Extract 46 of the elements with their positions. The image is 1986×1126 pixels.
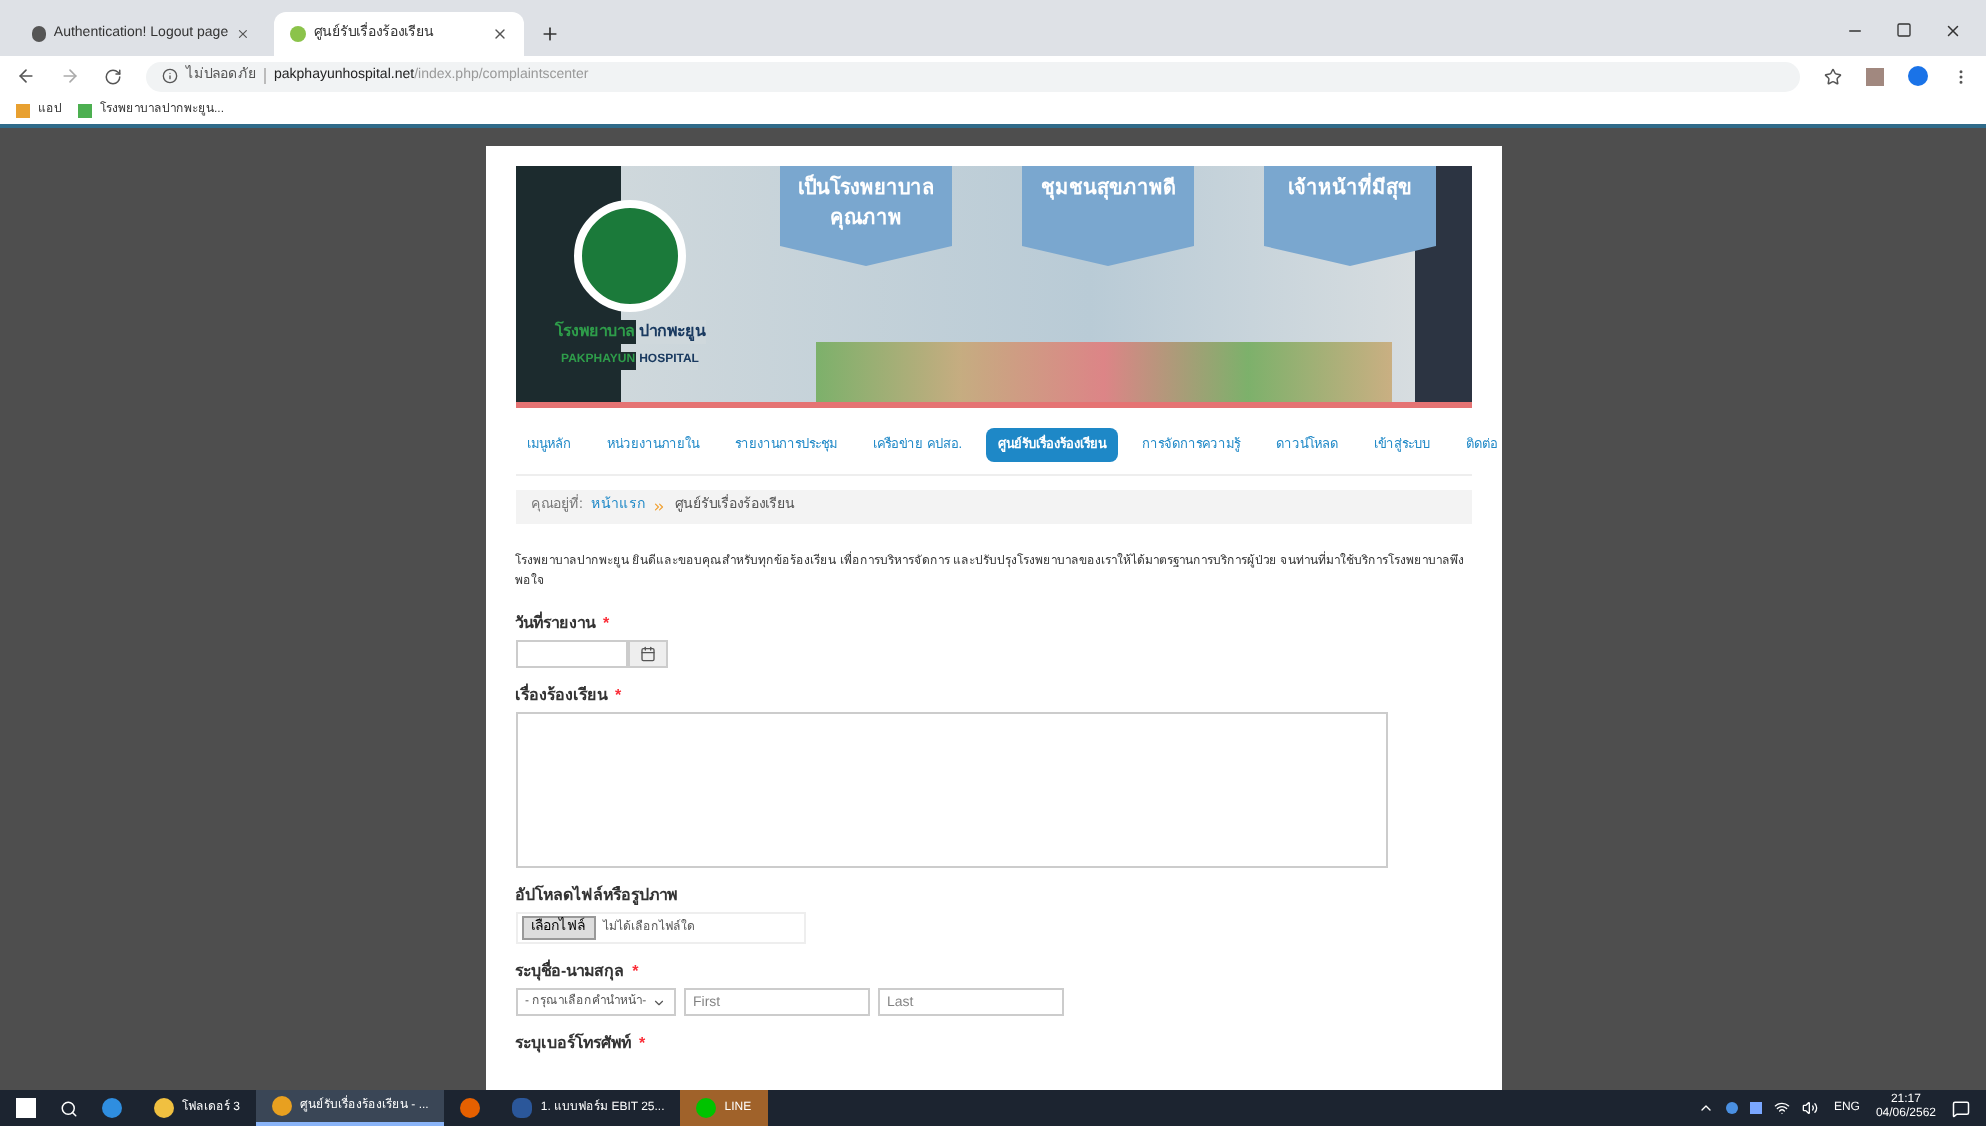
close-icon[interactable] xyxy=(236,26,250,42)
favicon-icon xyxy=(32,26,46,42)
field-label: ระบุชื่อ-นามสกุล xyxy=(515,960,625,984)
required-mark: * xyxy=(632,960,639,984)
app-icon xyxy=(512,1098,533,1118)
app-icon xyxy=(272,1096,293,1116)
notification-icon[interactable] xyxy=(1952,1099,1970,1117)
bookmark-star-icon[interactable] xyxy=(1824,67,1842,85)
field-label: ระบุเบอร์โทรศัพท์ xyxy=(515,1032,631,1056)
new-tab-icon[interactable] xyxy=(540,24,560,44)
app-icon xyxy=(460,1098,481,1118)
calendar-icon xyxy=(639,646,655,662)
app-icon xyxy=(696,1098,717,1118)
close-icon[interactable] xyxy=(1944,22,1962,40)
reload-icon[interactable] xyxy=(104,67,122,85)
start-icon[interactable] xyxy=(16,1098,36,1118)
field-label: อัปโหลดไฟล์หรือรูปภาพ xyxy=(515,884,677,908)
browser-icon[interactable] xyxy=(102,1098,122,1118)
tray-expand-icon[interactable] xyxy=(1697,1100,1714,1116)
dropdown-caret-icon xyxy=(651,995,665,1009)
required-mark: * xyxy=(603,612,610,636)
slogan-banner: เจ้าหน้าที่มีสุข xyxy=(1264,166,1436,266)
calendar-button[interactable] xyxy=(627,640,667,668)
close-icon[interactable] xyxy=(492,26,508,42)
back-icon[interactable] xyxy=(16,66,36,86)
hospital-name-thai: ปากพะยูน xyxy=(635,319,705,343)
hospital-name-thai: โรงพยาบาล xyxy=(555,319,635,343)
extension-icon[interactable] xyxy=(1866,67,1884,85)
slogan-banner: เป็นโรงพยาบาล คุณภาพ xyxy=(780,166,952,266)
favicon-icon xyxy=(290,26,306,42)
required-mark: * xyxy=(639,1032,646,1056)
volume-icon[interactable] xyxy=(1801,1100,1818,1116)
maximize-icon[interactable] xyxy=(1896,22,1912,38)
info-icon xyxy=(162,68,178,84)
folder-icon xyxy=(154,1098,174,1118)
breadcrumb-separator-icon xyxy=(652,500,667,514)
required-mark: * xyxy=(615,684,622,708)
date-input[interactable] xyxy=(515,640,627,668)
apps-grid-icon xyxy=(16,103,30,117)
bookmark-icon xyxy=(78,103,92,117)
field-label: วันที่รายงาน xyxy=(515,612,595,636)
field-label: เรื่องร้องเรียน xyxy=(515,684,607,708)
search-icon[interactable] xyxy=(60,1099,78,1117)
slogan-banner: ชุมชนสุขภาพดี xyxy=(1022,166,1194,266)
profile-avatar[interactable] xyxy=(1908,66,1928,86)
network-icon[interactable] xyxy=(1773,1100,1790,1116)
